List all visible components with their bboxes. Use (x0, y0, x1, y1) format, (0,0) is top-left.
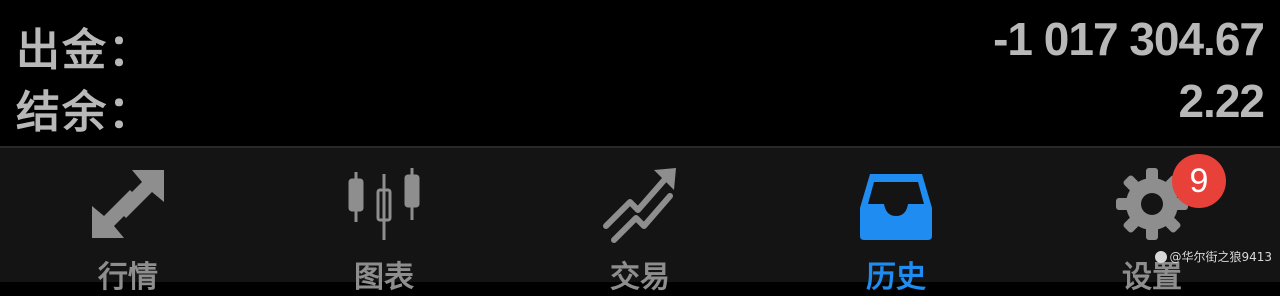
trade-trend-icon (600, 164, 680, 244)
watermark-text: @华尔街之狼9413 (1169, 250, 1272, 264)
tab-history[interactable]: 历史 (768, 148, 1024, 295)
account-summary: 出金： -1 017 304.67 结余： 2.22 (0, 0, 1280, 146)
balance-row: 结余： 2.22 (0, 70, 1280, 138)
withdrawal-label: 出金： (16, 25, 154, 76)
balance-label: 结余： (16, 87, 154, 138)
tab-charts-label: 图表 (354, 260, 414, 295)
candlestick-chart-icon (344, 164, 424, 244)
tab-quotes-label: 行情 (98, 260, 158, 295)
tab-history-label: 历史 (866, 260, 926, 295)
withdrawal-value: -1 017 304.67 (993, 13, 1265, 65)
tab-trade-label: 交易 (610, 260, 670, 295)
tab-trade[interactable]: 交易 (512, 148, 768, 295)
balance-value: 2.22 (1178, 75, 1265, 127)
watermark: @华尔街之狼9413 (1155, 248, 1272, 265)
tab-charts[interactable]: 图表 (256, 148, 512, 295)
withdrawal-row: 出金： -1 017 304.67 (0, 8, 1280, 76)
settings-notification-badge: 9 (1172, 154, 1226, 208)
bottom-tab-bar: 行情 图表 交易 历史 设置 (0, 148, 1280, 295)
tab-quotes[interactable]: 行情 (0, 148, 256, 295)
inbox-tray-icon (856, 164, 936, 244)
watermark-icon (1155, 251, 1168, 263)
quotes-arrows-icon (88, 164, 168, 244)
